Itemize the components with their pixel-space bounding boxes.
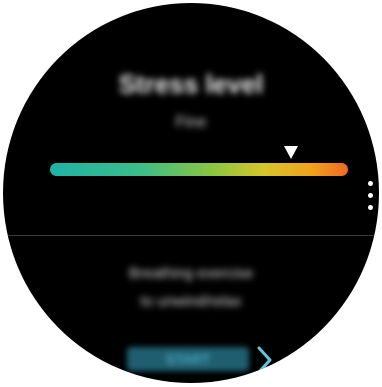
stress-level-value: Fine <box>175 114 207 131</box>
breathing-prompt: Breathing exercise <box>128 265 254 282</box>
stress-screen: Stress level Fine Breathing exercise to … <box>0 0 382 387</box>
start-breathing-row[interactable]: START <box>3 339 379 379</box>
more-options-icon[interactable] <box>367 181 375 213</box>
chevron-right-icon[interactable] <box>253 345 275 375</box>
watch-face: Stress level Fine Breathing exercise to … <box>3 3 379 383</box>
page-title: Stress level <box>118 69 264 99</box>
more-dot-icon <box>368 205 373 210</box>
stress-gauge-marker-icon <box>284 146 299 159</box>
more-dot-icon <box>368 181 373 186</box>
stress-gauge-bar <box>50 163 348 176</box>
breathing-prompt-line2: to unwind/relax <box>140 293 242 310</box>
section-divider <box>3 235 379 236</box>
more-dot-icon <box>368 193 373 198</box>
start-breathing-button[interactable]: START <box>127 347 249 371</box>
stress-gauge <box>50 145 348 181</box>
